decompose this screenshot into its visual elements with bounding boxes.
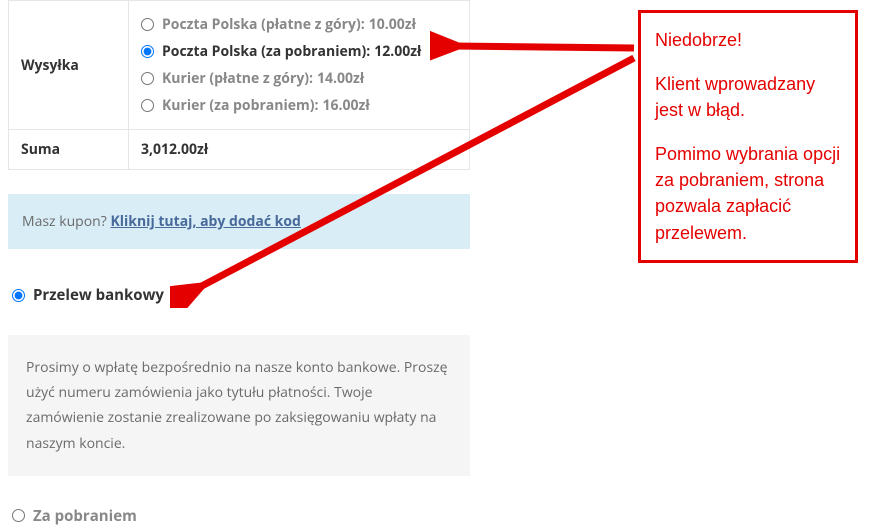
annotation-line: Klient wprowadzany jest w błąd. [655,71,841,123]
shipping-radio[interactable] [141,72,154,85]
sum-value: 3,012.00zł [141,140,208,159]
coupon-banner: Masz kupon? Kliknij tutaj, aby dodać kod [8,194,470,249]
payment-radio[interactable] [12,509,25,522]
shipping-options-cell: Poczta Polska (płatne z góry): 10.00zł P… [129,1,470,130]
payment-option-bank-transfer[interactable]: Przelew bankowy [8,279,470,311]
shipping-option-label: Kurier (za pobraniem): [162,96,319,115]
shipping-option-price: 16.00zł [323,96,370,115]
shipping-option-kurier-cod[interactable]: Kurier (za pobraniem): 16.00zł [141,92,457,119]
payment-radio[interactable] [12,289,25,302]
shipping-label: Wysyłka [9,1,129,130]
shipping-option-label: Poczta Polska (płatne z góry): [162,15,365,34]
shipping-option-label: Poczta Polska (za pobraniem): [162,42,370,61]
payment-block: Przelew bankowy Prosimy o wpłatę bezpośr… [8,279,470,532]
coupon-prompt: Masz kupon? [22,212,107,231]
shipping-option-price: 12.00zł [374,42,421,61]
shipping-option-poczta-prepaid[interactable]: Poczta Polska (płatne z góry): 10.00zł [141,11,457,38]
shipping-option-label: Kurier (płatne z góry): [162,69,313,88]
shipping-option-price: 10.00zł [369,15,416,34]
shipping-option-kurier-prepaid[interactable]: Kurier (płatne z góry): 14.00zł [141,65,457,92]
annotation-line: Pomimo wybrania opcji za pobraniem, stro… [655,141,841,245]
coupon-link[interactable]: Kliknij tutaj, aby dodać kod [110,212,300,231]
shipping-option-price: 14.00zł [317,69,364,88]
shipping-radio[interactable] [141,45,154,58]
shipping-radio[interactable] [141,18,154,31]
checkout-table: Wysyłka Poczta Polska (płatne z góry): 1… [8,0,470,170]
payment-option-label: Przelew bankowy [33,285,164,305]
sum-label: Suma [9,130,129,170]
payment-option-cod[interactable]: Za pobraniem [8,500,470,532]
payment-option-label: Za pobraniem [33,506,137,526]
shipping-option-poczta-cod[interactable]: Poczta Polska (za pobraniem): 12.00zł [141,38,457,65]
payment-description: Prosimy o wpłatę bezpośrednio na nasze k… [8,335,470,476]
annotation-line: Niedobrze! [655,27,841,53]
annotation-callout: Niedobrze! Klient wprowadzany jest w błą… [638,10,858,263]
shipping-radio[interactable] [141,99,154,112]
sum-cell: 3,012.00zł [129,130,470,170]
